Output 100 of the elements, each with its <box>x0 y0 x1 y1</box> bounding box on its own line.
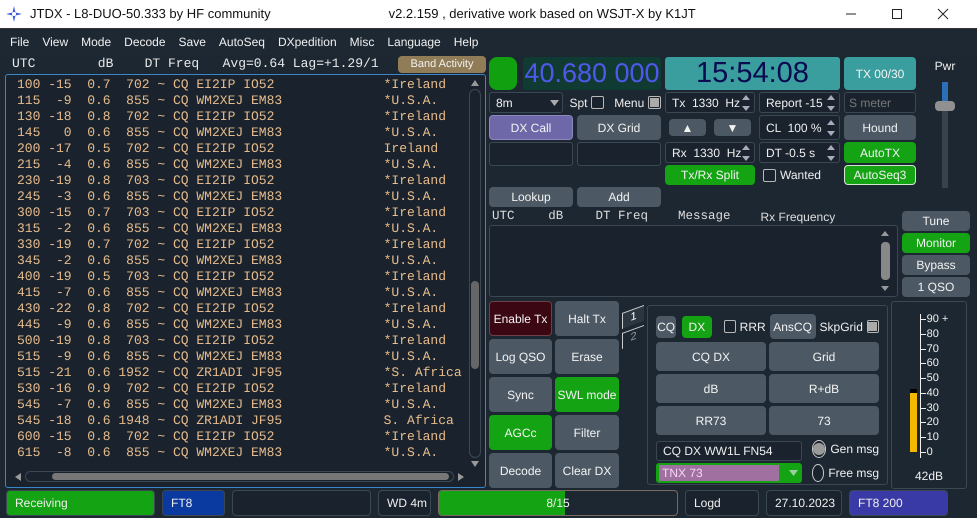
maximize-icon[interactable] <box>891 8 903 20</box>
utc-cell: 430 <box>17 301 40 317</box>
scroll-down-icon[interactable] <box>470 460 480 468</box>
dt-cell: 0.6 <box>87 125 111 141</box>
message-button[interactable]: dB <box>656 374 766 403</box>
caret-icon[interactable] <box>550 100 560 106</box>
action-button[interactable]: Sync <box>489 377 552 412</box>
message-button[interactable]: CQ DX <box>656 342 766 371</box>
scroll-up-icon[interactable] <box>470 79 480 87</box>
country-cell-text: *U.S.A. <box>384 189 440 205</box>
country-cell-text: *Ireland <box>384 205 448 221</box>
scroll-down-icon[interactable] <box>880 285 890 292</box>
utc-cell: 515 <box>17 365 40 381</box>
spin-arrows-icon[interactable] <box>741 92 751 112</box>
menu-item[interactable]: Misc <box>350 33 374 51</box>
scrollbar-thumb[interactable] <box>471 280 479 369</box>
country-cell-text: *U.S.A. <box>384 125 440 141</box>
scrollbar-thumb[interactable] <box>52 473 449 480</box>
scrollbar-thumb[interactable] <box>880 242 890 280</box>
menu-item[interactable]: Help <box>454 33 478 51</box>
bypass-button[interactable]: Bypass <box>902 255 970 275</box>
message-cell-text: ~ CQ EI2IP IO52 <box>157 381 276 397</box>
column-header: UTC <box>12 55 36 74</box>
scroll-right-icon[interactable] <box>457 472 465 482</box>
checkbox[interactable] <box>866 320 879 333</box>
s-meter-field[interactable]: S meter <box>844 92 916 113</box>
band-activity-button[interactable]: Band Activity <box>398 56 486 72</box>
menu-item[interactable]: File <box>10 33 30 51</box>
country-cell-text: *Ireland <box>384 173 448 189</box>
menu-item[interactable]: AutoSeq <box>218 33 265 51</box>
action-button[interactable]: Log QSO <box>489 339 552 374</box>
freq-cell-text: 1952 <box>117 365 150 381</box>
down-button[interactable]: ▼ <box>714 119 751 136</box>
radio-label: Gen msg <box>830 441 879 458</box>
cq-button[interactable]: CQ <box>656 316 676 338</box>
freq-cell-text: 702 <box>125 301 150 317</box>
menu-item[interactable]: Decode <box>124 33 166 51</box>
dx-call-button[interactable]: DX Call <box>489 115 573 140</box>
message-cell-text: ~ CQ EI2IP IO52 <box>157 77 276 93</box>
checkbox[interactable] <box>648 96 661 109</box>
anscq-button[interactable]: AnsCQ <box>770 314 816 339</box>
radio-button[interactable] <box>812 440 826 458</box>
tune-button[interactable]: Tune <box>902 211 970 231</box>
dt-cell: 0.5 <box>87 269 111 285</box>
dt-cell: 0.7 <box>87 205 111 221</box>
dx-call-field[interactable] <box>489 142 573 166</box>
add-button[interactable]: Add <box>577 187 661 207</box>
spin-arrows-icon[interactable] <box>826 118 836 138</box>
scroll-left-icon[interactable] <box>14 472 22 482</box>
up-button[interactable]: ▲ <box>669 119 706 136</box>
tx-frequency-spinbox[interactable]: Tx 1330 Hz <box>665 92 755 113</box>
action-button[interactable]: Erase <box>555 339 619 374</box>
checkbox[interactable] <box>724 320 736 333</box>
vertical-scrollbar[interactable] <box>467 79 483 468</box>
message-tab[interactable]: 1 <box>622 305 644 329</box>
power-slider[interactable] <box>935 79 955 191</box>
spin-arrows-icon[interactable] <box>741 142 752 162</box>
scroll-up-icon[interactable] <box>880 230 890 237</box>
message-cell-text: ~ CQ WM2XEJ EM83 <box>157 221 284 237</box>
action-button[interactable]: Halt Tx <box>555 301 619 336</box>
spin-arrows-icon[interactable] <box>826 92 836 112</box>
hound-button[interactable]: Hound <box>844 115 916 140</box>
message-button[interactable]: Grid <box>769 342 879 371</box>
message-cell-text: ~ CQ ZR1ADI JF95 <box>157 413 284 429</box>
rx-frequency-spinbox[interactable]: Rx 1330 Hz <box>665 142 755 163</box>
menu-item[interactable]: Save <box>178 33 206 51</box>
db-cell-text: -15 <box>47 429 72 445</box>
close-icon[interactable] <box>937 8 949 20</box>
report-spinbox[interactable]: Report -15 <box>759 92 840 113</box>
cl-spinbox[interactable]: CL 100 % <box>759 115 840 140</box>
lookup-button[interactable]: Lookup <box>489 187 573 207</box>
country-cell-text: *U.S.A. <box>384 445 440 461</box>
action-button[interactable]: Decode <box>489 453 552 488</box>
menu-item[interactable]: Mode <box>81 33 112 51</box>
message-field[interactable]: CQ DX WW1L FN54 <box>656 441 802 461</box>
freq-cell-text: 855 <box>125 317 150 333</box>
dt-cell: 0.7 <box>87 77 111 93</box>
action-button[interactable]: Clear DX <box>555 453 619 488</box>
spin-arrows-icon[interactable] <box>826 142 836 162</box>
action-button[interactable]: Enable Tx <box>489 301 552 336</box>
horizontal-scrollbar[interactable] <box>14 470 465 483</box>
menu-item[interactable]: DXpedition <box>278 33 337 51</box>
dx-grid-button[interactable]: DX Grid <box>577 115 661 140</box>
menu-item[interactable]: View <box>42 33 68 51</box>
message-button[interactable]: R+dB <box>769 374 879 403</box>
qso-button[interactable]: 1 QSO <box>902 277 970 297</box>
message-tab[interactable]: 2 <box>622 325 644 349</box>
checkbox[interactable] <box>591 96 604 109</box>
message-cell-text: ~ CQ WM2XEJ EM83 <box>157 253 284 269</box>
status-text: FT8 200 <box>849 490 948 516</box>
radio-button[interactable] <box>812 464 824 482</box>
band-dropdown[interactable]: 8m <box>489 92 564 113</box>
message-button[interactable]: RR73 <box>656 406 766 435</box>
dx-grid-field[interactable] <box>577 142 661 166</box>
action-button[interactable]: Filter <box>555 415 619 450</box>
dt-spinbox[interactable]: DT -0.5 s <box>759 142 840 163</box>
checkbox[interactable] <box>763 168 776 182</box>
menu-item[interactable]: Language <box>387 33 441 51</box>
vertical-scrollbar[interactable] <box>879 230 891 292</box>
message-button[interactable]: 73 <box>769 406 879 435</box>
